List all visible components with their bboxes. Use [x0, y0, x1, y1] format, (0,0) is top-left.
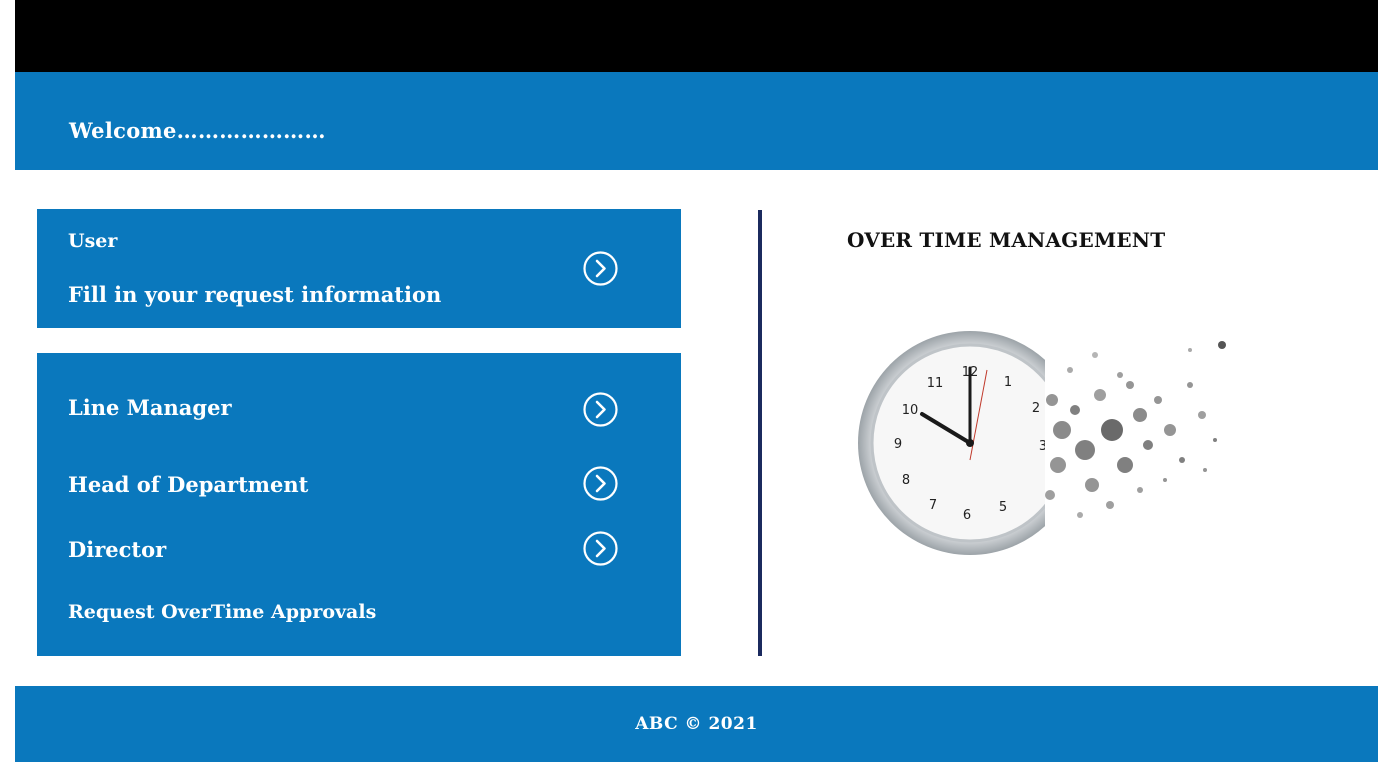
- line-manager-button[interactable]: [583, 392, 618, 427]
- clock-numeral: 10: [902, 403, 919, 418]
- clock-numeral: 2: [1032, 401, 1040, 416]
- clock-numeral: 8: [902, 473, 910, 488]
- chevron-right-circle-icon: [583, 392, 618, 427]
- page-title: OVER TIME MANAGEMENT: [847, 228, 1166, 252]
- approvers-panel: Line Manager Head of Department Director…: [37, 353, 681, 656]
- chevron-right-circle-icon: [583, 251, 618, 286]
- clock-illustration: 11 12 1 2 3 10 9 8 7 6 5: [830, 290, 1250, 580]
- clock-numeral: 9: [894, 437, 902, 452]
- clock-numeral: 7: [929, 498, 937, 513]
- clock-numeral: 5: [999, 500, 1007, 515]
- line-manager-label: Line Manager: [68, 395, 232, 420]
- head-of-department-label: Head of Department: [68, 472, 309, 497]
- user-panel-subtitle: Fill in your request information: [68, 282, 442, 307]
- chevron-right-circle-icon: [583, 531, 618, 566]
- chevron-right-circle-icon: [583, 466, 618, 501]
- clock-numeral: 6: [963, 508, 971, 523]
- footer: ABC © 2021: [15, 686, 1378, 762]
- vertical-divider: [758, 210, 762, 656]
- welcome-bar: Welcome…………………: [15, 72, 1378, 170]
- clock-numeral: 1: [1004, 375, 1012, 390]
- clock-numeral: 3: [1039, 439, 1047, 454]
- welcome-text: Welcome…………………: [69, 118, 326, 143]
- top-bar: [15, 0, 1378, 72]
- user-request-button[interactable]: [583, 251, 618, 286]
- user-panel-title: User: [68, 230, 118, 252]
- director-label: Director: [68, 537, 167, 562]
- user-panel: User Fill in your request information: [37, 209, 681, 328]
- footer-copyright: ABC © 2021: [635, 714, 758, 734]
- clock-numeral: 11: [927, 376, 944, 391]
- director-button[interactable]: [583, 531, 618, 566]
- disintegrating-clock-icon: 11 12 1 2 3 10 9 8 7 6 5: [858, 331, 1226, 555]
- head-of-department-button[interactable]: [583, 466, 618, 501]
- approvals-subtitle: Request OverTime Approvals: [68, 601, 377, 623]
